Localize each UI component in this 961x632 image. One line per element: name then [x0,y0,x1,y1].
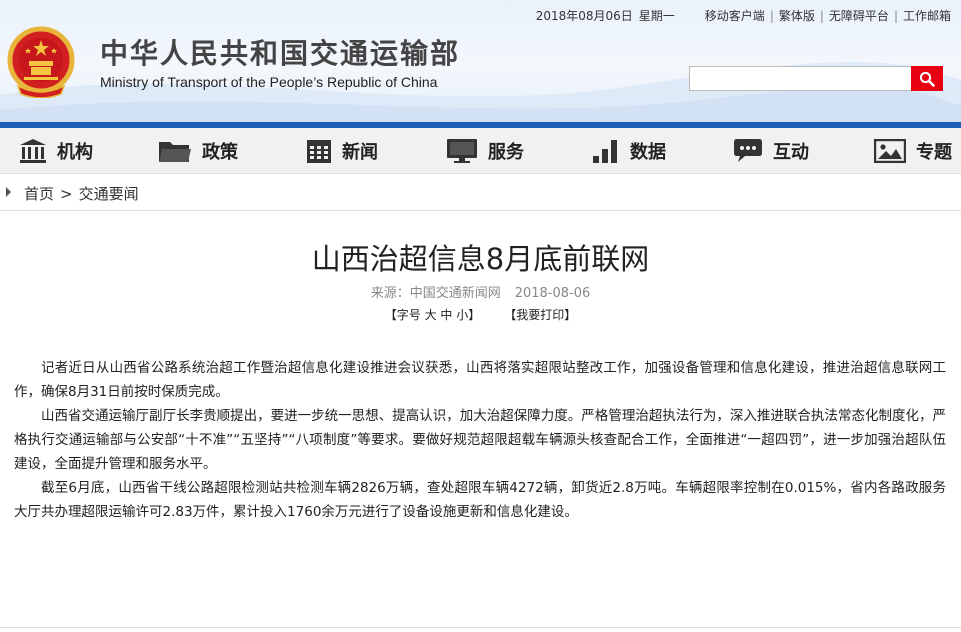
article-paragraph: 截至6月底，山西省干线公路超限检测站共检测车辆2826万辆，查处超限车辆4272… [14,480,946,520]
nav-label: 数据 [630,142,666,163]
divider: | [819,9,824,23]
nav-item-services[interactable]: 服务 [446,128,524,174]
nav-item-policy[interactable]: 政策 [158,128,238,174]
image-icon [874,139,906,163]
nav-label: 互动 [773,142,809,163]
site-header: 2018年08月06日 星期一 移动客户端 | 繁体版 | 无障碍平台 | 工作邮箱 中华人民共… [0,0,961,122]
nav-label: 机构 [57,142,93,163]
article-meta: 来源：中国交通新闻网 2018-08-06 [0,282,961,301]
link-work-email[interactable]: 工作邮箱 [903,9,951,23]
nav-label: 专题 [916,142,952,163]
article-title: 山西治超信息8月底前联网 [311,242,650,276]
divider: | [893,9,898,23]
nav-label: 服务 [488,142,524,163]
link-mobile-client[interactable]: 移动客户端 [705,9,765,23]
calendar-icon [307,140,331,163]
nav-label: 政策 [202,142,238,163]
link-accessibility[interactable]: 无障碍平台 [829,9,889,23]
site-title-chinese: 中华人民共和国交通运输部 [100,37,461,70]
nav-item-organization[interactable]: 机构 [19,128,93,174]
article-paragraph: 山西省交通运输厅副厅长李贵顺提出，要进一步统一思想、提高认识，加大治超保障力度。… [14,408,946,472]
breadcrumb-trail: 首页 > 交通要闻 [24,183,139,204]
nav-item-topics[interactable]: 专题 [874,128,952,174]
search-icon [919,71,935,87]
breadcrumb-separator: > [60,185,73,203]
nav-label: 新闻 [342,142,378,163]
print-button[interactable]: 【我要打印】 [510,308,576,322]
folder-icon [159,142,191,162]
font-size-control[interactable]: 【字号 大 中 小】 [385,308,480,322]
bar-chart-icon [593,140,617,163]
divider [0,627,961,628]
current-weekday: 星期一 [638,9,675,23]
link-traditional-chinese[interactable]: 繁体版 [779,9,815,23]
main-navigation: 机构 政策 新闻 服务 数据 互动 专题 [0,128,961,174]
building-icon [20,139,46,163]
article-source: 来源：中国交通新闻网 [370,286,501,301]
breadcrumb-marker-icon [6,187,11,197]
site-title-english: Ministry of Transport of the People’s Re… [100,74,438,90]
article-paragraph: 记者近日从山西省公路系统治超工作暨治超信息化建设推进会议获悉，山西将落实超限站整… [14,360,946,400]
breadcrumb-current-link[interactable]: 交通要闻 [79,185,139,203]
breadcrumb-home-link[interactable]: 首页 [24,185,54,203]
current-date: 2018年08月06日 [535,9,633,23]
breadcrumb: 首页 > 交通要闻 [0,175,961,211]
divider: | [769,9,774,23]
search-button[interactable] [911,66,943,91]
monitor-icon [447,139,477,163]
top-utility-bar: 2018年08月06日 星期一 移动客户端 | 繁体版 | 无障碍平台 | 工作邮箱 [536,7,951,24]
national-emblem-icon[interactable] [6,24,76,98]
chat-bubble-icon [734,139,762,162]
article-tools: 【字号 大 中 小】 【我要打印】 [0,306,961,323]
article-body: 记者近日从山西省公路系统治超工作暨治超信息化建设推进会议获悉，山西将落实超限站整… [14,356,946,524]
nav-item-interaction[interactable]: 互动 [733,128,809,174]
article-date: 2018-08-06 [514,286,591,301]
nav-item-data[interactable]: 数据 [592,128,666,174]
search-input[interactable] [689,66,912,91]
nav-item-news[interactable]: 新闻 [306,128,378,174]
